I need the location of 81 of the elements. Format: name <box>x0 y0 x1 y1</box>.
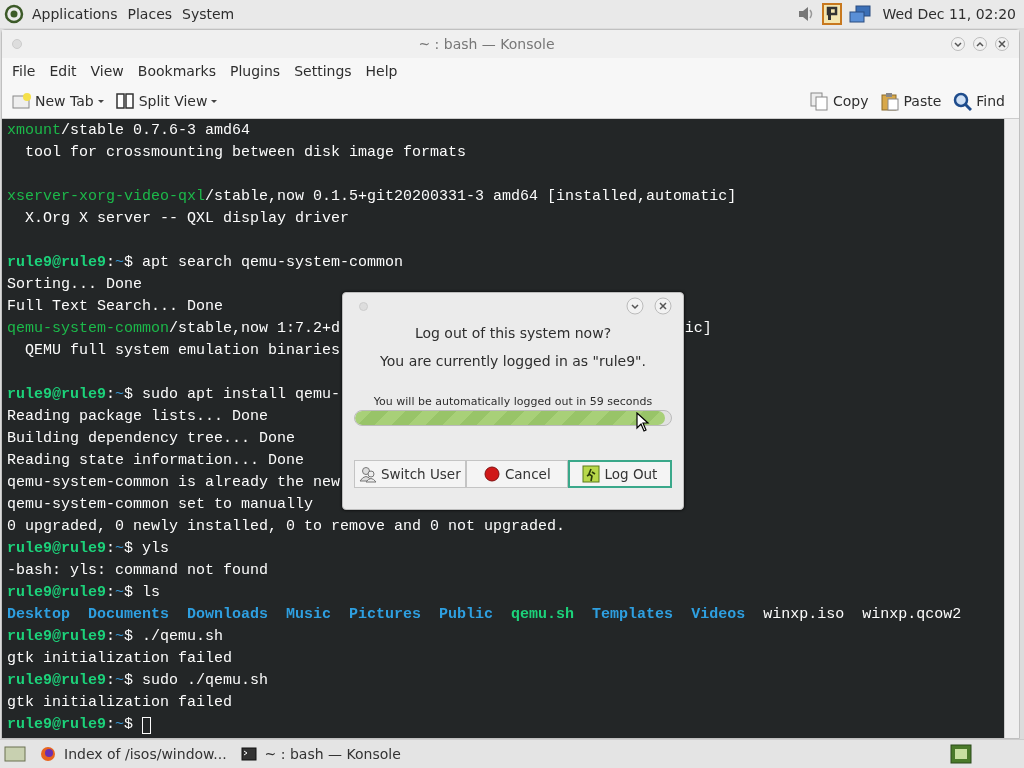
terminal-line: -bash: yls: command not found <box>7 561 269 581</box>
maximize-icon[interactable] <box>973 37 987 51</box>
menu-item[interactable]: Bookmarks <box>130 60 223 82</box>
terminal-line: rule9@rule9:~$ sudo ./qemu.sh <box>7 671 269 691</box>
copy-icon <box>810 91 829 111</box>
taskbar-item[interactable]: ~ : bash — Konsole <box>240 746 401 762</box>
exit-icon <box>582 465 601 483</box>
new-tab-button[interactable]: New Tab <box>10 88 106 114</box>
menu-item[interactable]: File <box>5 60 43 82</box>
menu-item[interactable]: Plugins <box>223 60 288 82</box>
terminal-line: QEMU full system emulation binaries <box>24 341 341 361</box>
clipboard-p-icon[interactable] <box>822 3 843 25</box>
file-name[interactable]: Templates <box>592 604 674 626</box>
terminal-line: Reading state information... Done <box>7 451 305 471</box>
terminal-line: X.Org X server -- QXL display driver <box>24 209 350 229</box>
search-icon <box>953 91 973 111</box>
terminal-line: rule9@rule9:~$ apt search qemu-system-common <box>7 253 404 273</box>
file-name[interactable]: Documents <box>88 604 170 626</box>
scrollbar[interactable] <box>1004 119 1019 738</box>
terminal-line: Building dependency tree... Done <box>7 429 296 449</box>
network-icon[interactable] <box>848 4 873 24</box>
file-name[interactable]: Public <box>439 604 494 626</box>
dialog-message: You are currently logged in as "rule9". <box>380 353 646 369</box>
terminal-line: Reading package lists... Done <box>7 407 269 427</box>
users-icon <box>359 465 377 483</box>
file-name[interactable]: Pictures <box>349 604 422 626</box>
countdown-text: You will be automatically logged out in 59 seconds <box>373 395 653 408</box>
terminal-line: xmount/stable 0.7.6-3 amd64 <box>7 121 251 141</box>
file-name[interactable]: Desktop <box>7 604 70 626</box>
file-name[interactable]: winxp.iso <box>763 604 845 626</box>
taskbar-item[interactable]: Index of /isos/window... <box>40 746 227 762</box>
paste-icon <box>880 91 900 111</box>
panel-menu[interactable]: Places <box>125 6 175 22</box>
window-title: ~ : bash — Konsole <box>417 36 556 52</box>
file-name[interactable]: qemu.sh <box>511 604 575 626</box>
menu-item[interactable]: View <box>83 60 131 82</box>
dialog-button[interactable]: Log Out <box>567 460 672 488</box>
terminal-line: gtk initialization failed <box>7 649 233 669</box>
menu-item[interactable]: Edit <box>42 60 84 82</box>
terminal-line: rule9@rule9:~$ sudo apt install qemu- <box>7 385 341 405</box>
clock[interactable]: Wed Dec 11, 02:20 <box>882 6 1016 22</box>
panel-menu[interactable]: System <box>180 6 237 22</box>
stop-icon <box>482 465 501 483</box>
panel-menu[interactable]: Applications <box>30 6 120 22</box>
file-name[interactable]: Videos <box>691 604 746 626</box>
dialog-button[interactable]: Switch User <box>354 460 466 488</box>
terminal-text: ic] <box>684 319 712 339</box>
terminal-line: qemu-system-common/stable,now 1:7.2+d <box>7 319 341 339</box>
new-tab-icon <box>12 91 31 111</box>
terminal-line: rule9@rule9:~$ <box>7 715 135 735</box>
file-name[interactable]: winxp.qcow2 <box>862 604 962 626</box>
browser-icon <box>40 746 56 762</box>
minimize-icon[interactable] <box>951 37 965 51</box>
workspace-switcher-icon[interactable] <box>950 744 972 764</box>
menu-item[interactable]: Settings <box>287 60 359 82</box>
terminal-line: 0 upgraded, 0 newly installed, 0 to remove and 0 not upgraded. <box>7 517 566 537</box>
terminal-line: tool for crossmounting between disk image formats <box>24 143 467 163</box>
copy-button[interactable]: Copy <box>808 88 871 114</box>
terminal-line: gtk initialization failed <box>7 693 233 713</box>
split-view-button[interactable]: Split View <box>113 88 220 114</box>
paste-button[interactable]: Paste <box>878 88 944 114</box>
file-name[interactable]: Downloads <box>187 604 269 626</box>
find-button[interactable]: Find <box>951 88 1007 114</box>
terminal-line: Full Text Search... Done <box>7 297 224 317</box>
mouse-pointer-icon <box>636 412 650 432</box>
dialog-question: Log out of this system now? <box>414 325 612 341</box>
close-icon[interactable] <box>654 297 672 315</box>
terminal-line: Sorting... Done <box>7 275 143 295</box>
menu-item[interactable]: Help <box>358 60 405 82</box>
terminal-line: rule9@rule9:~$ yls <box>7 539 170 559</box>
file-name[interactable]: Music <box>286 604 332 626</box>
terminal-line: qemu-system-common is already the new <box>7 473 341 493</box>
terminal-line: rule9@rule9:~$ ./qemu.sh <box>7 627 224 647</box>
terminal-line: qemu-system-common set to manually <box>7 495 314 515</box>
close-icon[interactable] <box>995 37 1009 51</box>
terminal-line: rule9@rule9:~$ ls <box>7 583 161 603</box>
split-view-icon <box>115 91 135 111</box>
distro-logo-icon[interactable] <box>4 4 24 24</box>
terminal-line: xserver-xorg-video-qxl/stable,now 0.1.5+git20200331-3 amd64 [installed,automatic] <box>7 187 737 207</box>
terminal-icon <box>240 746 257 762</box>
dialog-button[interactable]: Cancel <box>465 460 568 488</box>
